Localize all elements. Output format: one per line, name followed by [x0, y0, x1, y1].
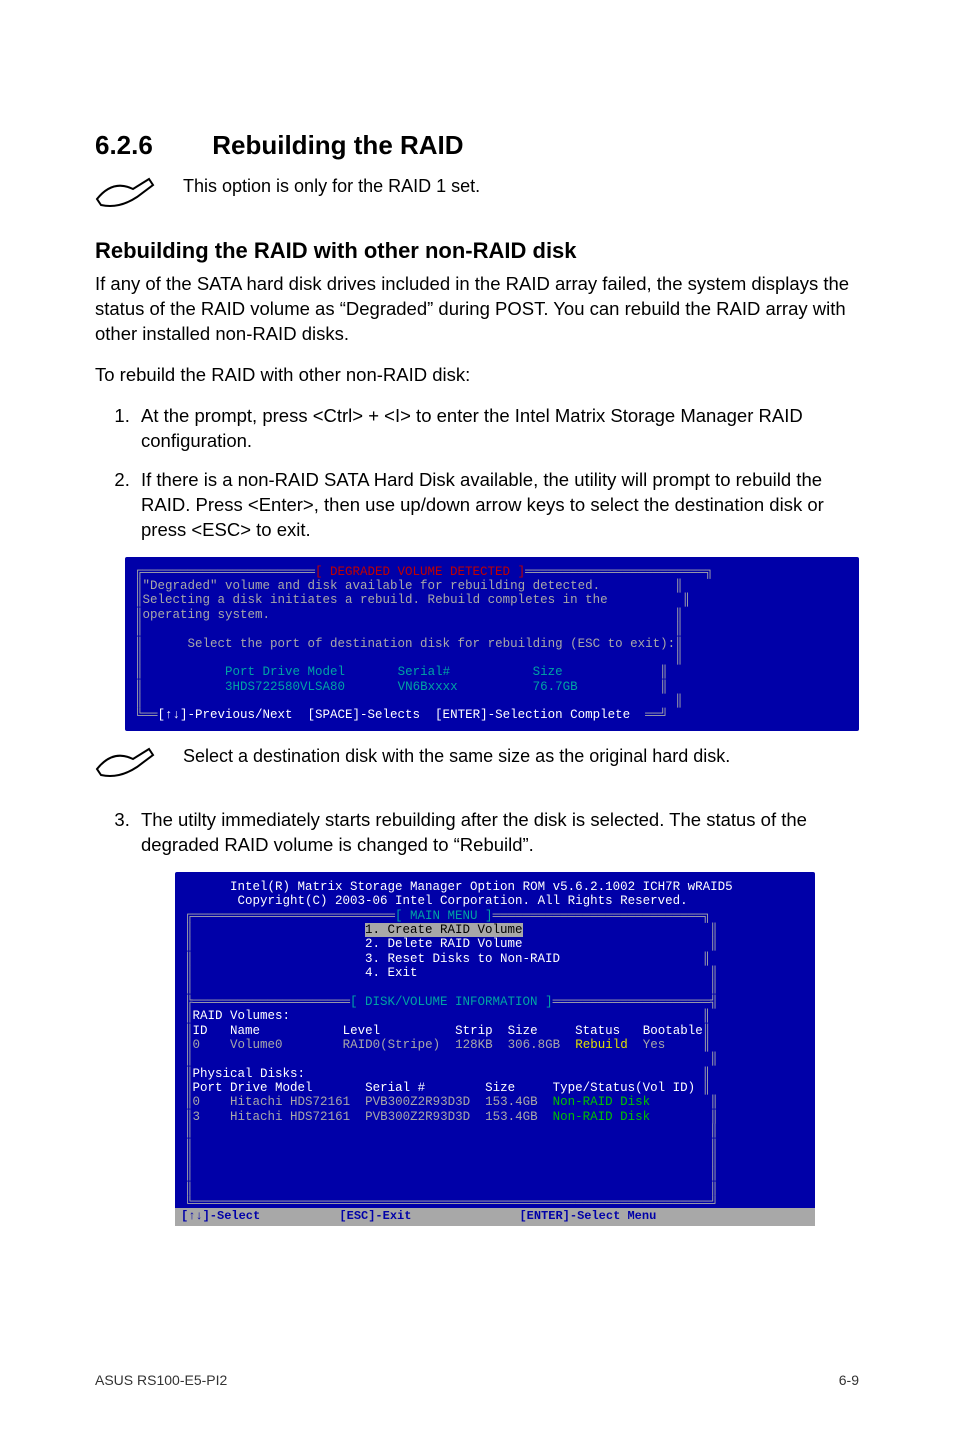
- note-row-2: Select a destination disk with the same …: [95, 745, 859, 792]
- bios-degraded-dialog: ╔═══════════════════════[ DEGRADED VOLUM…: [125, 557, 859, 731]
- footer-model: ASUS RS100-E5-PI2: [95, 1372, 227, 1388]
- note-text-2: Select a destination disk with the same …: [183, 745, 730, 768]
- section-heading: 6.2.6 Rebuilding the RAID: [95, 130, 859, 161]
- page: 6.2.6 Rebuilding the RAID This option is…: [0, 0, 954, 1438]
- section-title: Rebuilding the RAID: [212, 130, 463, 160]
- bios-matrix-manager: Intel(R) Matrix Storage Manager Option R…: [175, 872, 815, 1226]
- pencil-note-icon: [95, 175, 155, 222]
- section-number: 6.2.6: [95, 130, 205, 161]
- note-row-1: This option is only for the RAID 1 set.: [95, 175, 859, 222]
- subheading-1: Rebuilding the RAID with other non-RAID …: [95, 238, 859, 264]
- bios-footer-bar: [↑↓]-Select [ESC]-Exit [ENTER]-Select Me…: [175, 1208, 815, 1226]
- paragraph-2: To rebuild the RAID with other non-RAID …: [95, 363, 859, 388]
- note-text-1: This option is only for the RAID 1 set.: [183, 175, 480, 198]
- step-1: At the prompt, press <Ctrl> + <I> to ent…: [135, 404, 859, 454]
- pencil-note-icon: [95, 745, 155, 792]
- steps-list: At the prompt, press <Ctrl> + <I> to ent…: [95, 404, 859, 543]
- page-footer: ASUS RS100-E5-PI2 6-9: [95, 1372, 859, 1388]
- paragraph-1: If any of the SATA hard disk drives incl…: [95, 272, 859, 347]
- steps-list-cont: The utilty immediately starts rebuilding…: [95, 808, 859, 858]
- footer-page-number: 6-9: [839, 1372, 859, 1388]
- step-3: The utilty immediately starts rebuilding…: [135, 808, 859, 858]
- step-2: If there is a non-RAID SATA Hard Disk av…: [135, 468, 859, 543]
